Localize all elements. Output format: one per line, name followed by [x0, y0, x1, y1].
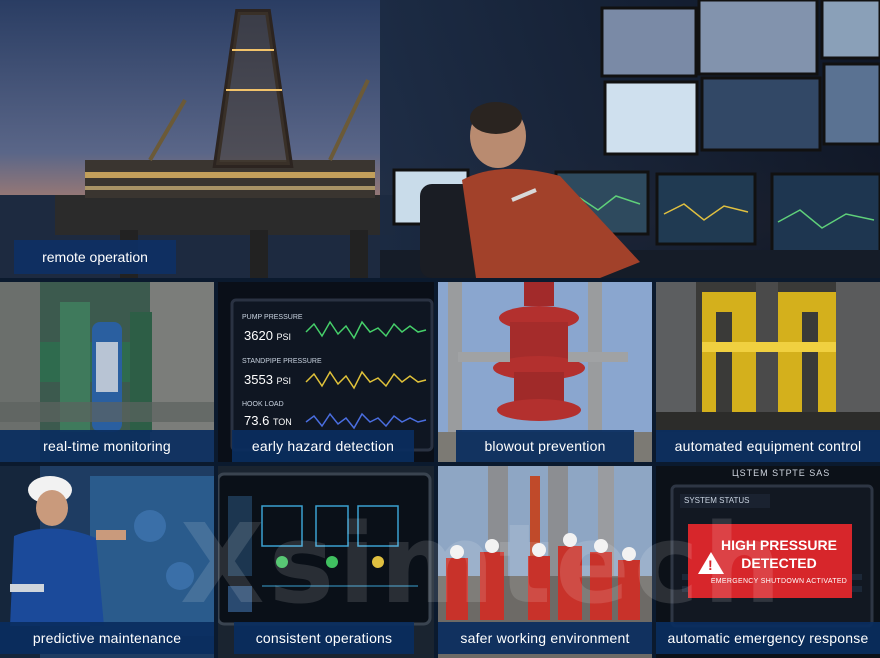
- pump-value: 3620: [244, 328, 273, 343]
- caption-real-time-monitoring: real-time monitoring: [0, 430, 214, 462]
- readout-hook-value: 73.6 TON: [244, 413, 292, 428]
- caption-early-hazard-detection: early hazard detection: [232, 430, 414, 462]
- tile-predictive-maintenance: predictive maintenance: [0, 466, 214, 658]
- pump-unit: PSI: [276, 332, 292, 342]
- readout-pump-label: PUMP PRESSURE: [242, 314, 303, 321]
- readout-standpipe-label: STANDPIPE PRESSURE: [242, 358, 322, 365]
- caption-safer-working-environment: safer working environment: [438, 622, 652, 654]
- hero-scene: [0, 0, 880, 278]
- caption-predictive-maintenance: predictive maintenance: [0, 622, 214, 654]
- hook-value: 73.6: [244, 413, 270, 428]
- standpipe-unit: PSI: [276, 376, 292, 386]
- warning-icon: !: [698, 552, 724, 574]
- caption-automatic-emergency-response: automatic emergency response: [656, 622, 880, 654]
- hero-remote-operation: remote operation: [0, 0, 880, 278]
- readout-standpipe-value: 3553 PSI: [244, 372, 291, 387]
- tile-early-hazard-detection: PUMP PRESSURE 3620 PSI STANDPIPE PRESSUR…: [218, 282, 434, 462]
- tile-real-time-monitoring: real-time monitoring: [0, 282, 214, 462]
- standpipe-value: 3553: [244, 372, 273, 387]
- high-pressure-alarm: ! HIGH PRESSURE DETECTED EMERGENCY SHUTD…: [688, 524, 852, 598]
- tile-consistent-operations: consistent operations: [218, 466, 434, 658]
- tile-automated-equipment-control: automated equipment control: [656, 282, 880, 462]
- alarm-title-line1: HIGH PRESSURE: [721, 537, 837, 553]
- alarm-subtitle: EMERGENCY SHUTDOWN ACTIVATED: [710, 578, 848, 585]
- hook-unit: TON: [272, 417, 292, 427]
- alert-header: SYSTEM STATUS: [684, 496, 750, 505]
- hero-caption: remote operation: [14, 240, 176, 274]
- alarm-title-line2: DETECTED: [741, 555, 817, 571]
- caption-automated-equipment-control: automated equipment control: [656, 430, 880, 462]
- caption-blowout-prevention: blowout prevention: [456, 430, 634, 462]
- readout-hook-label: HOOK LOAD: [242, 401, 284, 408]
- caption-consistent-operations: consistent operations: [234, 622, 414, 654]
- tile-blowout-prevention: blowout prevention: [438, 282, 652, 462]
- alert-top-label: ЦЅТЕМ ЅТРТЕ ЅАЅ: [732, 468, 831, 478]
- readout-pump-value: 3620 PSI: [244, 328, 291, 343]
- tile-safer-working-environment: safer working environment: [438, 466, 652, 658]
